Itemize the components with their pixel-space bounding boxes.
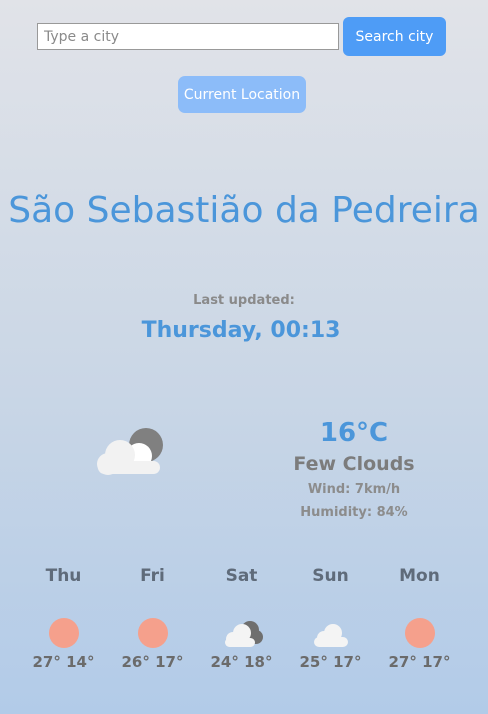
last-updated-time: Thursday, 00:13: [141, 318, 341, 343]
forecast-day-name: Sun: [312, 566, 349, 586]
forecast-max: 26°: [121, 653, 150, 671]
humidity: Humidity: 84%: [300, 505, 408, 520]
current-location-button[interactable]: Current Location: [178, 76, 306, 113]
broken-clouds-icon: [224, 621, 263, 647]
city-search-input[interactable]: [37, 23, 339, 50]
forecast-max: 27°: [388, 653, 417, 671]
forecast-max: 27°: [32, 653, 61, 671]
forecast-max: 25°: [299, 653, 328, 671]
forecast-min: 17°: [155, 653, 184, 671]
forecast-min: 14°: [66, 653, 95, 671]
forecast-temps: 24° 18°: [197, 653, 286, 671]
forecast-day: Sat 24° 18°: [197, 565, 286, 671]
forecast-min: 17°: [422, 653, 451, 671]
forecast-day: Thu 27° 14°: [19, 565, 108, 671]
forecast-min: 18°: [244, 653, 273, 671]
forecast-temps: 25° 17°: [286, 653, 375, 671]
partly-cloudy-night-icon: [97, 428, 163, 475]
forecast-max: 24°: [210, 653, 239, 671]
forecast-temps: 27° 14°: [19, 653, 108, 671]
search-city-button[interactable]: Search city: [343, 17, 446, 56]
forecast-day: Sun 25° 17°: [286, 565, 375, 671]
sun-icon: [137, 618, 168, 648]
last-updated-label: Last updated:: [193, 293, 295, 308]
wind-speed: Wind: 7km/h: [307, 482, 401, 497]
weather-description: Few Clouds: [293, 453, 415, 475]
search-form: Search city: [37, 17, 446, 56]
sun-icon: [404, 618, 435, 648]
forecast-min: 17°: [333, 653, 362, 671]
forecast-temps: 26° 17°: [108, 653, 197, 671]
forecast-temps: 27° 17°: [375, 653, 464, 671]
sun-icon: [48, 618, 79, 648]
forecast-day-name: Fri: [140, 566, 165, 586]
current-weather: 16°C Few Clouds Wind: 7km/h Humidity: 84…: [280, 418, 428, 522]
forecast-day-name: Thu: [45, 566, 82, 586]
city-name: São Sebastião da Pedreira: [8, 190, 480, 231]
forecast-day-name: Sat: [225, 566, 258, 586]
forecast-list: Thu 27° 14° Fri 26° 17° Sat 24° 18° Sun …: [19, 565, 469, 671]
forecast-day: Fri 26° 17°: [108, 565, 197, 671]
current-temperature: 16°C: [319, 418, 389, 448]
forecast-day: Mon 27° 17°: [375, 565, 464, 671]
forecast-day-name: Mon: [399, 566, 440, 586]
cloud-icon: [313, 624, 348, 647]
